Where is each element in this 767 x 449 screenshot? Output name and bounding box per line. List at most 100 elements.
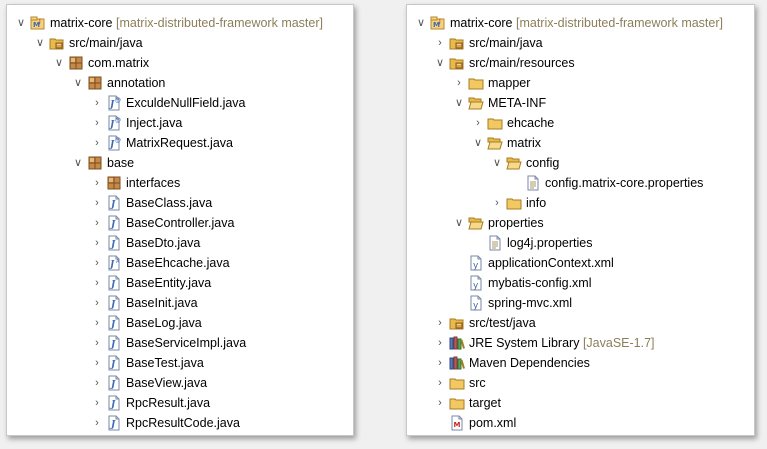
chevron-right-icon[interactable]: › — [91, 313, 103, 333]
chevron-right-icon[interactable]: › — [434, 393, 446, 413]
tree-item-text: mybatis-config.xml — [488, 276, 592, 290]
chevron-right-icon[interactable]: › — [434, 373, 446, 393]
tree-item[interactable]: ∨ com.matrix — [7, 53, 353, 73]
tree-item-text: spring-mvc.xml — [488, 296, 573, 310]
tree-item[interactable]: › J RpcResult.java — [7, 393, 353, 413]
tree-item[interactable]: ∨ annotation — [7, 73, 353, 93]
tree-item[interactable]: › JRE System Library [JavaSE-1.7] — [407, 333, 754, 353]
tree-item[interactable]: › J BaseController.java — [7, 213, 353, 233]
tree-item[interactable]: ∨ properties — [407, 213, 754, 233]
tree-item[interactable]: › mapper — [407, 73, 754, 93]
tree-item[interactable]: › J BaseClass.java — [7, 193, 353, 213]
tree-item-text: JRE System Library — [469, 336, 580, 350]
tree-item[interactable]: ∨ META-INF — [407, 93, 754, 113]
chevron-down-icon[interactable]: ∨ — [453, 93, 465, 113]
tree-item[interactable]: log4j.properties — [407, 233, 754, 253]
chevron-down-icon[interactable]: ∨ — [434, 53, 446, 73]
tree-item-label: BaseTest.java — [126, 353, 204, 373]
tree-item[interactable]: y mybatis-config.xml — [407, 273, 754, 293]
tree-item[interactable]: › target — [407, 393, 754, 413]
tree-item-label: META-INF — [488, 93, 546, 113]
chevron-right-icon[interactable]: › — [91, 373, 103, 393]
tree-item[interactable]: › J RpcResultCode.java — [7, 413, 353, 433]
tree-item[interactable]: › J BaseEntity.java — [7, 273, 353, 293]
chevron-down-icon[interactable]: ∨ — [34, 33, 46, 53]
chevron-right-icon[interactable]: › — [91, 193, 103, 213]
chevron-right-icon[interactable]: › — [91, 173, 103, 193]
chevron-right-icon[interactable]: › — [91, 413, 103, 433]
tree-item-label: spring-mvc.xml — [488, 293, 572, 313]
chevron-right-icon[interactable]: › — [491, 193, 503, 213]
svg-text:M: M — [454, 421, 461, 429]
chevron-right-icon[interactable]: › — [434, 33, 446, 53]
tree-item[interactable]: ∨ M Jmatrix-core [matrix-distributed-frame… — [407, 13, 754, 33]
chevron-right-icon[interactable]: › — [91, 293, 103, 313]
chevron-down-icon[interactable]: ∨ — [72, 153, 84, 173]
tree-item[interactable]: › J @ Inject.java — [7, 113, 353, 133]
java-file-icon: J — [106, 315, 122, 331]
tree-item[interactable]: › J A BaseEhcache.java — [7, 253, 353, 273]
tree-item[interactable]: ∨ config — [407, 153, 754, 173]
chevron-right-icon[interactable]: › — [91, 133, 103, 153]
source-folder-icon — [449, 55, 465, 71]
tree-item[interactable]: › ehcache — [407, 113, 754, 133]
chevron-right-icon[interactable]: › — [434, 313, 446, 333]
tree-item[interactable]: config.matrix-core.properties — [407, 173, 754, 193]
tree-item[interactable]: ∨ M Jmatrix-core [matrix-distributed-frame… — [7, 13, 353, 33]
tree-item[interactable]: › src — [407, 373, 754, 393]
chevron-right-icon[interactable]: › — [434, 353, 446, 373]
chevron-right-icon[interactable]: › — [91, 253, 103, 273]
tree-item[interactable]: › J @ ExculdeNullField.java — [7, 93, 353, 113]
chevron-down-icon[interactable]: ∨ — [491, 153, 503, 173]
tree-item[interactable]: › J BaseView.java — [7, 373, 353, 393]
tree-item[interactable]: › J BaseTest.java — [7, 353, 353, 373]
chevron-right-icon[interactable]: › — [91, 273, 103, 293]
tree-item-label: BaseDto.java — [126, 233, 200, 253]
tree-item[interactable]: › interfaces — [7, 173, 353, 193]
chevron-down-icon[interactable]: ∨ — [72, 73, 84, 93]
tree-item[interactable]: Mpom.xml — [407, 413, 754, 433]
svg-text:J: J — [109, 300, 116, 310]
tree-item[interactable]: › src/test/java — [407, 313, 754, 333]
tree-item-text: annotation — [107, 76, 166, 90]
chevron-right-icon[interactable]: › — [91, 93, 103, 113]
tree-item[interactable]: › Maven Dependencies — [407, 353, 754, 373]
chevron-right-icon[interactable]: › — [91, 213, 103, 233]
chevron-right-icon[interactable]: › — [434, 333, 446, 353]
tree-item[interactable]: y spring-mvc.xml — [407, 293, 754, 313]
chevron-right-icon[interactable]: › — [91, 113, 103, 133]
tree-item-label: applicationContext.xml — [488, 253, 614, 273]
tree-item[interactable]: › src/main/java — [407, 33, 754, 53]
chevron-down-icon[interactable]: ∨ — [472, 133, 484, 153]
chevron-down-icon[interactable]: ∨ — [15, 13, 27, 33]
tree-item-text: log4j.properties — [507, 236, 593, 250]
chevron-down-icon[interactable]: ∨ — [415, 13, 427, 33]
chevron-down-icon[interactable]: ∨ — [453, 213, 465, 233]
tree-item[interactable]: ∨ src/main/java — [7, 33, 353, 53]
chevron-right-icon[interactable]: › — [91, 233, 103, 253]
tree-item-text: target — [469, 396, 501, 410]
tree-item[interactable]: › J BaseInit.java — [7, 293, 353, 313]
tree-item[interactable]: ∨ matrix — [407, 133, 754, 153]
tree-item-text: applicationContext.xml — [488, 256, 614, 270]
tree-item[interactable]: › info — [407, 193, 754, 213]
tree-item-label: BaseView.java — [126, 373, 207, 393]
chevron-right-icon[interactable]: › — [91, 333, 103, 353]
tree-item[interactable]: › J BaseLog.java — [7, 313, 353, 333]
tree-item[interactable]: › J BaseServiceImpl.java — [7, 333, 353, 353]
chevron-down-icon[interactable]: ∨ — [53, 53, 65, 73]
package-explorer-right: ∨ M Jmatrix-core [matrix-distributed-frame… — [406, 4, 755, 436]
package-icon — [68, 55, 84, 71]
tree-item[interactable]: ∨ base — [7, 153, 353, 173]
chevron-right-icon[interactable]: › — [453, 73, 465, 93]
tree-item-label: ehcache — [507, 113, 554, 133]
chevron-right-icon[interactable]: › — [472, 113, 484, 133]
svg-text:J: J — [38, 18, 41, 25]
tree-item-label: mybatis-config.xml — [488, 273, 592, 293]
chevron-right-icon[interactable]: › — [91, 393, 103, 413]
chevron-right-icon[interactable]: › — [91, 353, 103, 373]
tree-item[interactable]: › J @ MatrixRequest.java — [7, 133, 353, 153]
tree-item[interactable]: y applicationContext.xml — [407, 253, 754, 273]
tree-item[interactable]: ∨ src/main/resources — [407, 53, 754, 73]
tree-item[interactable]: › J BaseDto.java — [7, 233, 353, 253]
